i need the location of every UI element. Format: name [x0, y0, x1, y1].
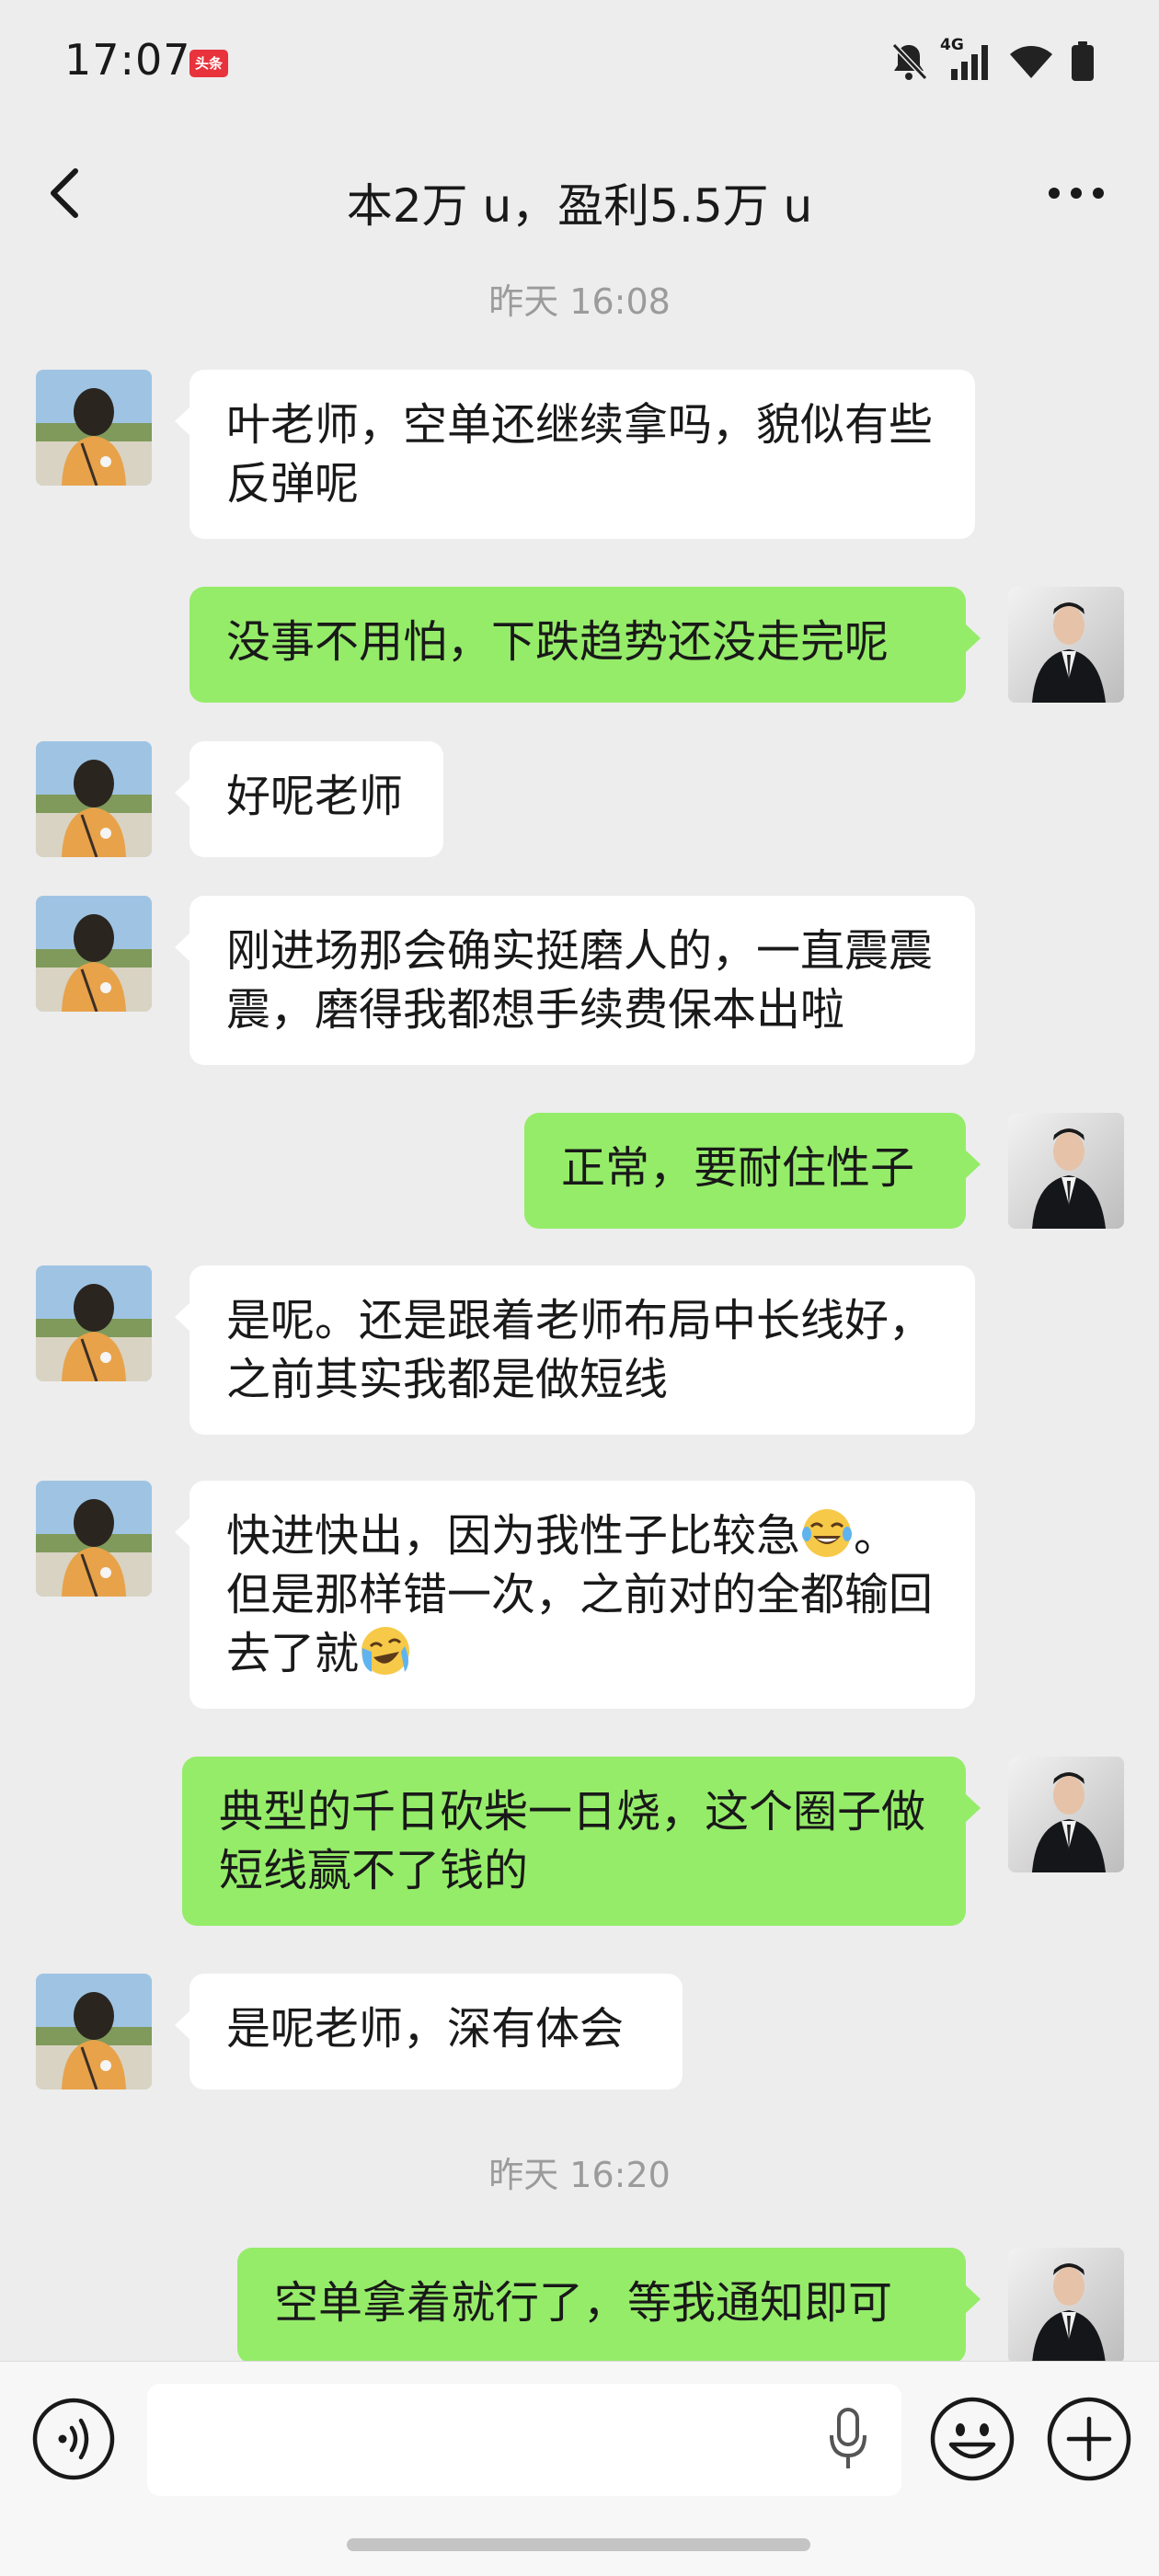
message-bubble-incoming[interactable]: 快进快出，因为我性子比较急 。但是那样错一次，之前对的全都输回去了就 [175, 1481, 975, 1709]
timestamp: 昨天 16:20 [488, 2155, 671, 2195]
contact-avatar[interactable] [36, 370, 152, 486]
message-bubble-incoming[interactable]: 叶老师，空单还继续拿吗，貌似有些反弹呢 [175, 370, 975, 539]
message-text: 快进快出，因为我性子比较急 [226, 1510, 801, 1562]
self-avatar[interactable] [1008, 1113, 1124, 1229]
message-bubble-outgoing[interactable]: 没事不用怕，下跌趋势还没走完呢 [189, 587, 981, 703]
network-type-label: 4G [940, 36, 964, 54]
contact-avatar[interactable] [36, 896, 152, 1012]
message-bubble-outgoing[interactable]: 空单拿着就行了，等我通知即可 [237, 2248, 981, 2361]
self-avatar[interactable] [1008, 587, 1124, 703]
contact-avatar[interactable] [36, 1974, 152, 2089]
microphone-icon[interactable] [826, 2408, 870, 2470]
mute-bell-icon [891, 42, 927, 81]
battery-icon [1072, 41, 1094, 81]
message-bubble-incoming[interactable]: 是呢老师，深有体会 [175, 1974, 683, 2089]
self-avatar[interactable] [1008, 2248, 1124, 2361]
emoji-icon[interactable] [928, 2395, 1016, 2483]
tears-of-joy-emoji-icon [802, 1509, 853, 1557]
message-input[interactable] [147, 2384, 901, 2496]
message-bubble-incoming[interactable]: 刚进场那会确实挺磨人的，一直震震震，磨得我都想手续费保本出啦 [175, 896, 975, 1065]
message-bubble-outgoing[interactable]: 正常，要耐住性子 [524, 1113, 981, 1229]
system-icons: 4G [890, 36, 1095, 85]
status-time: 17:07 [64, 35, 191, 85]
message-bubble-incoming[interactable]: 好呢老师 [175, 741, 443, 857]
more-dots-icon[interactable] [1039, 166, 1113, 221]
message-bubble-outgoing[interactable]: 典型的千日砍柴一日烧，这个圈子做短线赢不了钱的 [182, 1757, 981, 1926]
message-bubble-incoming[interactable]: 是呢。还是跟着老师布局中长线好，之前其实我都是做短线 [175, 1265, 975, 1435]
chevron-left-icon[interactable] [37, 164, 96, 223]
signal-icon: 4G [940, 36, 992, 82]
timestamp: 昨天 16:08 [488, 281, 671, 322]
chat-header: 本2万 u，盈利5.5万 u [0, 129, 1159, 285]
status-bar: 17:07 头条 4G [0, 0, 1159, 129]
loudly-crying-laugh-emoji-icon [361, 1627, 410, 1675]
chat-title: 本2万 u，盈利5.5万 u [346, 179, 813, 233]
contact-avatar[interactable] [36, 741, 152, 857]
contact-avatar[interactable] [36, 1265, 152, 1381]
plus-icon[interactable] [1045, 2395, 1133, 2483]
voice-icon[interactable] [31, 2397, 116, 2481]
input-bar [0, 2361, 1159, 2576]
message-list[interactable]: 昨天 16:08 叶老师，空单还继续拿吗，貌似有些反弹呢 没事不用怕，下跌趋势还… [0, 267, 1159, 2361]
contact-avatar[interactable] [36, 1481, 152, 1597]
home-indicator[interactable] [347, 2538, 810, 2551]
wifi-icon [1010, 46, 1052, 78]
self-avatar[interactable] [1008, 1757, 1124, 1872]
news-app-icon: 头条 [189, 50, 228, 77]
